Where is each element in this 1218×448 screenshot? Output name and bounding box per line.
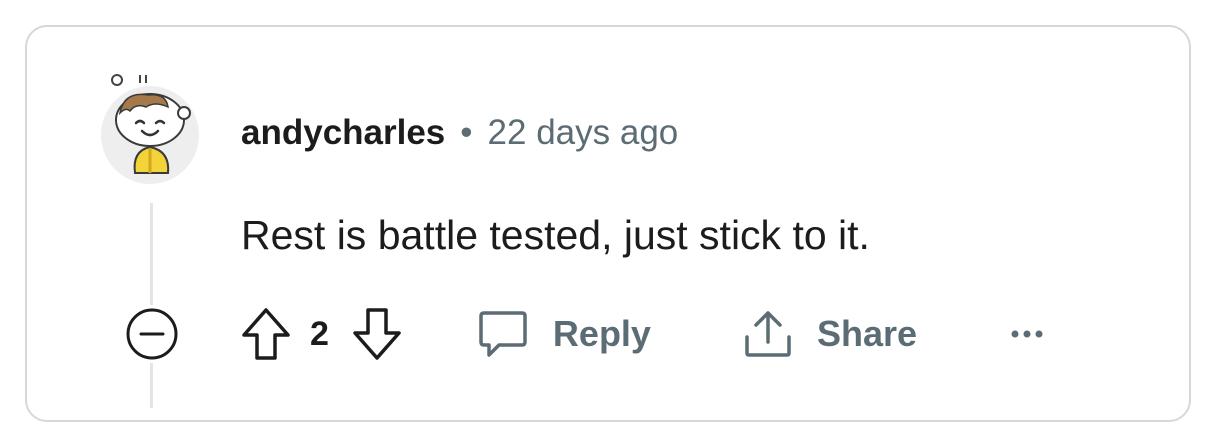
reply-button[interactable]: Reply — [477, 308, 651, 360]
upvote-button[interactable] — [240, 306, 292, 362]
more-options-button[interactable] — [1009, 328, 1045, 340]
arrow-down-icon — [353, 308, 401, 360]
comment-action-bar: 2 Reply Share — [240, 300, 1045, 368]
meta-separator: • — [460, 113, 473, 152]
share-upload-icon — [745, 311, 791, 357]
collapse-button[interactable] — [123, 305, 181, 363]
share-button[interactable]: Share — [743, 309, 917, 359]
comment-body: Rest is battle tested, just stick to it. — [241, 212, 870, 258]
downvote-button[interactable] — [351, 306, 403, 362]
comment-timestamp[interactable]: 22 days ago — [488, 113, 679, 153]
collapse-minus-icon — [126, 308, 178, 360]
comment-meta: andycharles • 22 days ago — [241, 111, 678, 155]
speech-bubble-icon — [479, 311, 527, 357]
snoo-avatar-icon — [101, 74, 199, 184]
user-avatar[interactable] — [100, 73, 200, 185]
vote-group: 2 — [240, 306, 403, 362]
author-username[interactable]: andycharles — [241, 113, 445, 153]
arrow-up-icon — [242, 308, 290, 360]
ellipsis-icon — [1011, 330, 1043, 338]
reply-label: Reply — [552, 313, 651, 354]
vote-score: 2 — [310, 314, 329, 353]
share-label: Share — [816, 313, 918, 354]
